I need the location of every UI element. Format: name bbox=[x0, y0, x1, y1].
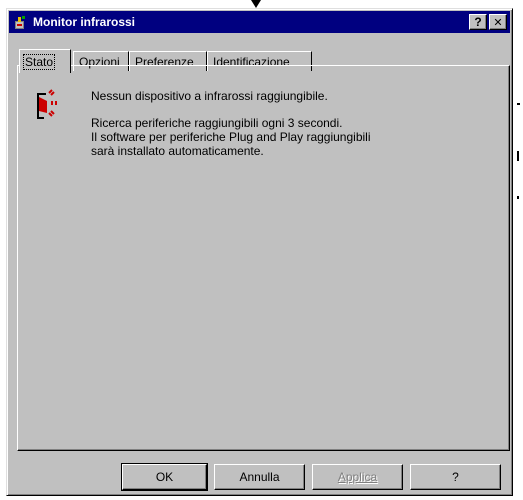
status-message: Nessun dispositivo a infrarossi raggiung… bbox=[91, 89, 328, 103]
close-icon: ✕ bbox=[493, 16, 503, 29]
help-icon: ? bbox=[474, 15, 482, 29]
infrared-transmitter-icon bbox=[35, 87, 61, 123]
dialog-window: Monitor infrarossi ? ✕ Stato Opzioni Pre… bbox=[6, 8, 513, 496]
ok-label: OK bbox=[155, 470, 174, 484]
status-detail-line: sarà installato automaticamente. bbox=[91, 144, 264, 158]
cancel-button[interactable]: Annulla bbox=[214, 464, 305, 490]
status-details: Ricerca periferiche raggiungibili ogni 3… bbox=[91, 116, 371, 158]
ok-button[interactable]: OK bbox=[121, 463, 208, 491]
help-title-button[interactable]: ? bbox=[469, 14, 487, 30]
help-button[interactable]: ? bbox=[410, 464, 501, 490]
tab-label: Stato bbox=[22, 53, 56, 70]
window-title: Monitor infrarossi bbox=[33, 15, 136, 29]
background-arrow bbox=[251, 0, 261, 8]
close-button[interactable]: ✕ bbox=[489, 14, 507, 30]
tab-stato[interactable]: Stato bbox=[19, 49, 71, 73]
apply-label: Applica bbox=[337, 470, 378, 484]
apply-button[interactable]: Applica bbox=[312, 464, 403, 490]
status-detail-line: Il software per periferiche Plug and Pla… bbox=[91, 130, 371, 144]
title-bar[interactable]: Monitor infrarossi ? ✕ bbox=[9, 11, 510, 33]
cancel-label: Annulla bbox=[239, 470, 280, 484]
background-mark bbox=[517, 103, 520, 105]
background-mark bbox=[517, 196, 519, 199]
background-mark bbox=[517, 151, 519, 161]
status-detail-line: Ricerca periferiche raggiungibili ogni 3… bbox=[91, 116, 343, 130]
help-label: ? bbox=[452, 470, 459, 484]
infrared-monitor-icon bbox=[12, 14, 28, 30]
